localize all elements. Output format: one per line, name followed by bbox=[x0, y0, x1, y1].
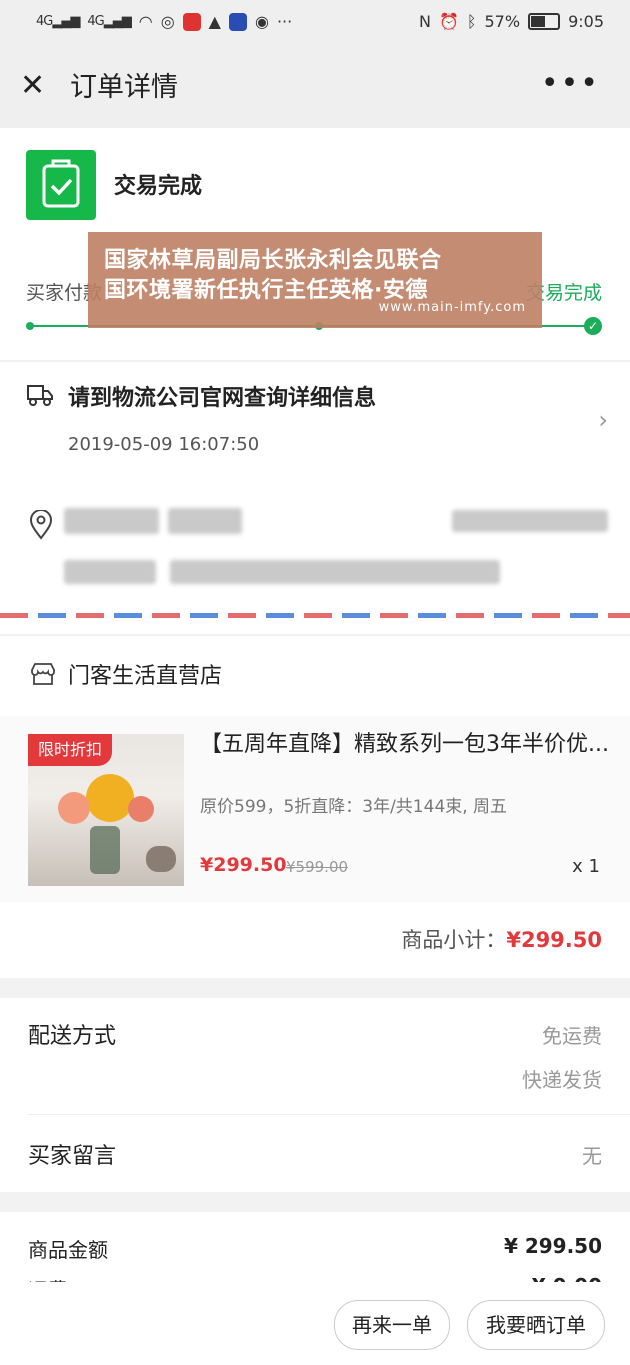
subtotal-row: 商品小计：¥299.50 bbox=[0, 902, 630, 978]
order-info-card: 配送方式 免运费 快递发货 买家留言 无 bbox=[0, 998, 630, 1192]
airmail-border bbox=[0, 613, 630, 618]
progress-check-icon: ✓ bbox=[584, 317, 602, 335]
blurred-address-detail bbox=[170, 560, 500, 584]
blurred-recipient-name-2 bbox=[168, 508, 242, 534]
bell-icon: ▲ bbox=[208, 12, 221, 31]
globe-icon: ◎ bbox=[160, 12, 175, 31]
logistics-title: 请到物流公司官网查询详细信息 bbox=[68, 386, 377, 411]
bluetooth-icon: ᛒ bbox=[466, 12, 477, 31]
chevron-right-icon: › bbox=[598, 406, 608, 434]
goods-item[interactable]: 限时折扣 【五周年直降】精致系列一包3年半价优... 原价599，5折直降：3年… bbox=[0, 716, 630, 902]
status-bar: 4G▂▄▆ 4G▂▄▆ ◠ ◎ ▲ ◉ ··· N ⏰ ᛒ 57% 9:05 bbox=[0, 0, 630, 46]
share-order-button[interactable]: 我要晒订单 bbox=[467, 1300, 605, 1350]
delivery-fee-value: 免运费 bbox=[542, 1024, 602, 1048]
alarm-icon: ⏰ bbox=[438, 12, 459, 31]
navigation-bar: ✕ 订单详情 ••• bbox=[0, 46, 630, 128]
store-icon bbox=[30, 662, 56, 686]
limited-discount-tag: 限时折扣 bbox=[28, 734, 113, 766]
product-quantity: x 1 bbox=[572, 856, 600, 877]
goods-amount-value: ¥ 299.50 bbox=[503, 1234, 602, 1258]
nfc-icon: N bbox=[419, 12, 431, 31]
watermark-url: www.main-imfy.com bbox=[378, 300, 526, 315]
logistics-row[interactable]: 请到物流公司官网查询详细信息 2019-05-09 16:07:50 › bbox=[0, 362, 630, 478]
shop-name: 门客生活直营店 bbox=[68, 664, 223, 689]
wifi-icon: ◠ bbox=[138, 12, 153, 31]
vase-shape bbox=[90, 826, 120, 874]
cellular-signal-icon-2: 4G▂▄▆ bbox=[87, 14, 131, 29]
address-card[interactable] bbox=[0, 478, 630, 634]
more-notifications-icon: ··· bbox=[276, 12, 293, 31]
battery-icon bbox=[528, 13, 561, 30]
location-arrow-icon: ◉ bbox=[254, 12, 269, 31]
subtotal-value: ¥299.50 bbox=[506, 928, 602, 952]
subtotal-label: 商品小计： bbox=[401, 928, 507, 952]
goods-amount-label: 商品金额 bbox=[28, 1238, 108, 1262]
order-status-title: 交易完成 bbox=[114, 174, 203, 199]
delivery-label: 配送方式 bbox=[28, 1024, 117, 1049]
decor-shape bbox=[146, 846, 176, 872]
divider bbox=[28, 1114, 630, 1115]
truck-icon bbox=[26, 382, 54, 408]
clock-time: 9:05 bbox=[568, 12, 604, 31]
buyer-message-label: 买家留言 bbox=[28, 1144, 117, 1169]
blurred-address-region bbox=[64, 560, 156, 584]
reorder-button[interactable]: 再来一单 bbox=[334, 1300, 450, 1350]
watermark-line-1: 国家林草局副局长张永利会见联合 bbox=[104, 248, 442, 273]
bottom-action-bar: 再来一单 我要晒订单 bbox=[0, 1282, 630, 1365]
news-watermark-overlay: 国家林草局副局长张永利会见联合 国环境署新任执行主任英格·安德 www.main… bbox=[88, 232, 542, 328]
shop-row[interactable]: 门客生活直营店 bbox=[0, 636, 630, 716]
app-notification-icon-2 bbox=[228, 12, 247, 31]
product-original-price: ¥599.00 bbox=[286, 858, 349, 876]
blurred-phone-number bbox=[452, 510, 608, 532]
battery-percent: 57% bbox=[484, 12, 521, 31]
signal-label-2: 4G bbox=[87, 14, 104, 29]
page-title: 订单详情 bbox=[70, 72, 178, 103]
signal-label: 4G bbox=[36, 14, 53, 29]
progress-dot-start bbox=[26, 322, 34, 330]
bag-check-icon bbox=[26, 150, 96, 220]
buyer-message-value: 无 bbox=[582, 1144, 602, 1168]
product-thumbnail: 限时折扣 bbox=[28, 734, 184, 886]
product-subtitle: 原价599，5折直降：3年/共144束, 周五 bbox=[200, 797, 508, 817]
subtotal: 商品小计：¥299.50 bbox=[401, 924, 602, 954]
app-notification-icon bbox=[182, 12, 201, 31]
product-price: ¥299.50 bbox=[200, 854, 287, 876]
close-icon[interactable]: ✕ bbox=[20, 68, 45, 104]
blurred-recipient-name bbox=[64, 508, 159, 534]
logistics-time: 2019-05-09 16:07:50 bbox=[68, 434, 260, 455]
product-title: 【五周年直降】精致系列一包3年半价优... bbox=[200, 732, 609, 757]
cellular-signal-icon: 4G▂▄▆ bbox=[36, 14, 80, 29]
more-options-icon[interactable]: ••• bbox=[541, 66, 600, 102]
location-pin-icon bbox=[28, 509, 54, 540]
delivery-method-value: 快递发货 bbox=[522, 1068, 602, 1092]
